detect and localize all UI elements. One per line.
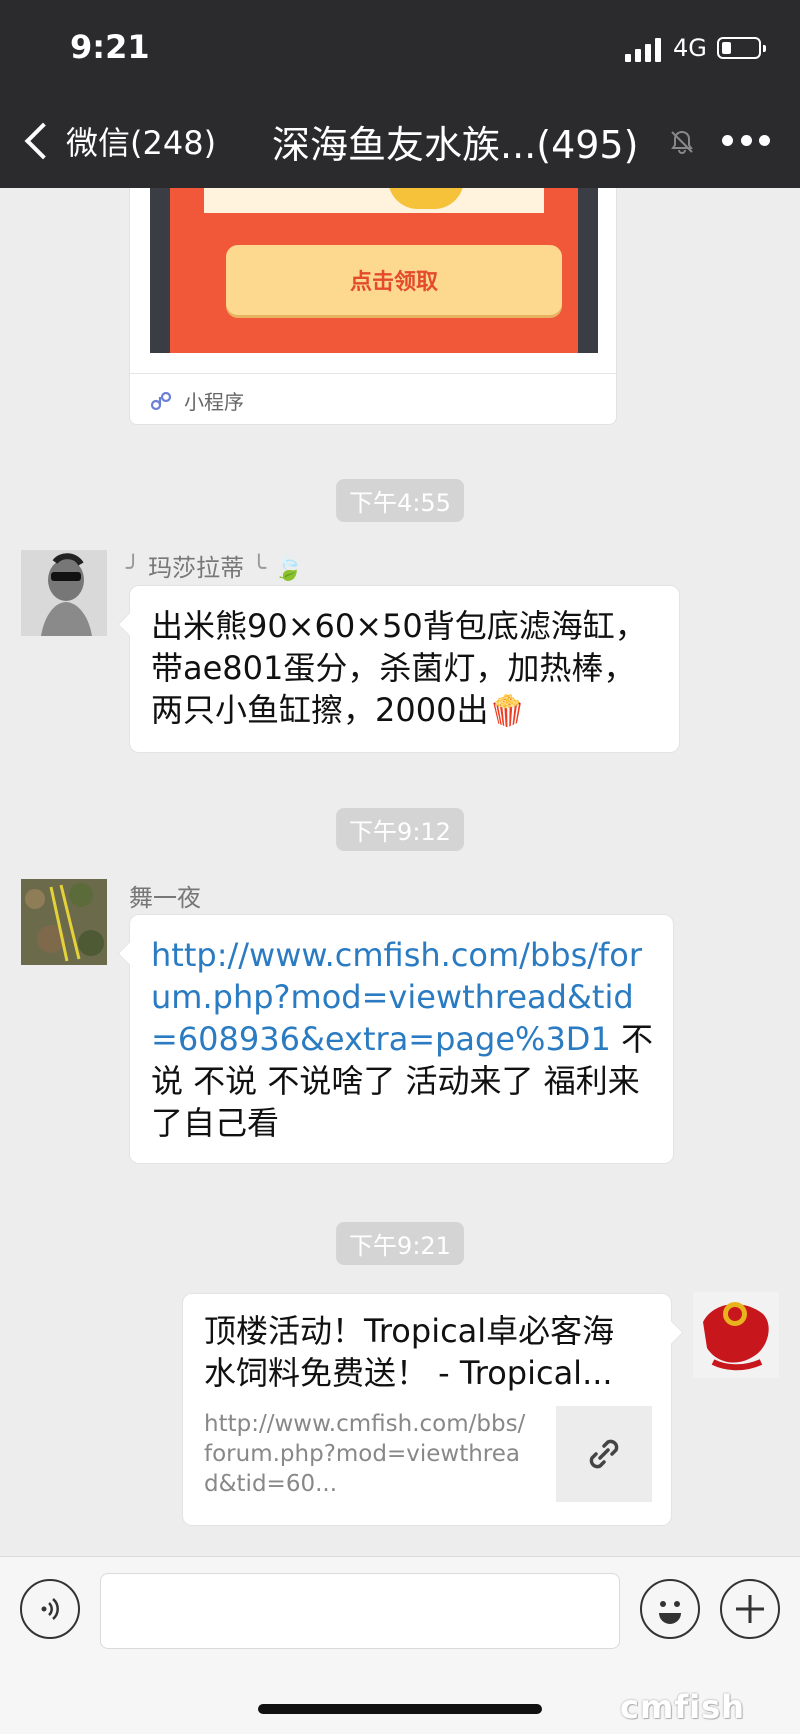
message-bubble[interactable]: http://www.cmfish.com/bbs/forum.php?mod=… [129, 914, 674, 1164]
more-button[interactable] [722, 132, 770, 148]
timestamp: 下午9:12 [336, 808, 464, 851]
mini-program-label: 小程序 [184, 390, 244, 414]
mini-program-footer: 小程序 [130, 373, 616, 424]
link-icon [589, 1439, 619, 1469]
mini-program-preview: 点击领取 [150, 188, 598, 353]
chat-area[interactable]: 点击领取 小程序 下午4:55 ╯ 玛莎拉蒂 ╰ 🍃 出米熊90×60×50背包… [0, 188, 800, 1556]
signal-icon [625, 38, 663, 62]
top-bar: 9:21 4G 微信(248) 深海鱼友水族...(495) [0, 0, 800, 188]
popcorn-emoji-icon: 🍿 [488, 694, 526, 729]
message-input[interactable] [100, 1573, 620, 1649]
network-label: 4G [673, 34, 707, 62]
avatar[interactable] [21, 879, 107, 965]
red-packet-graphic: 点击领取 [170, 188, 578, 353]
link-card-title: 顶楼活动！Tropical卓必客海水饲料免费送！ - Tropical... [204, 1312, 615, 1392]
input-bar: cmfish [0, 1556, 800, 1734]
message-link[interactable]: http://www.cmfish.com/bbs/forum.php?mod=… [151, 936, 642, 1058]
mini-program-icon [150, 391, 172, 410]
sender-name: 舞一夜 [129, 884, 201, 912]
avatar[interactable] [693, 1292, 779, 1378]
timestamp: 下午4:55 [336, 479, 464, 522]
timestamp: 下午9:21 [336, 1222, 464, 1265]
watermark-logo: cmfish [620, 1688, 746, 1726]
plus-icon [736, 1595, 764, 1623]
avatar[interactable] [21, 550, 107, 636]
chat-title: 深海鱼友水族...(495) [272, 123, 639, 167]
back-button[interactable]: 微信(248) [18, 116, 216, 166]
status-time: 9:21 [70, 28, 150, 66]
message-text: 出米熊90×60×50背包底滤海缸，带ae801蛋分，杀菌灯，加热棒，两只小鱼缸… [151, 607, 647, 729]
battery-icon [717, 37, 766, 59]
claim-button[interactable]: 点击领取 [226, 245, 562, 315]
voice-button[interactable] [20, 1579, 80, 1639]
sender-name: ╯ 玛莎拉蒂 ╰ 🍃 [126, 554, 304, 582]
link-thumbnail [556, 1406, 652, 1502]
link-card-url: http://www.cmfish.com/bbs/forum.php?mod=… [204, 1411, 526, 1497]
home-indicator[interactable] [258, 1704, 542, 1714]
link-card[interactable]: 顶楼活动！Tropical卓必客海水饲料免费送！ - Tropical... h… [182, 1293, 672, 1526]
sender-name-text: 玛莎拉蒂 [148, 554, 245, 582]
mute-icon [671, 130, 693, 154]
more-actions-button[interactable] [720, 1579, 780, 1639]
mini-program-card[interactable]: 点击领取 小程序 [129, 188, 617, 425]
smiley-icon [659, 1601, 681, 1624]
message-bubble[interactable]: 出米熊90×60×50背包底滤海缸，带ae801蛋分，杀菌灯，加热棒，两只小鱼缸… [129, 585, 680, 753]
chevron-left-icon [24, 122, 62, 160]
voice-icon [41, 1598, 59, 1620]
emoji-button[interactable] [640, 1579, 700, 1639]
back-label: 微信(248) [66, 124, 217, 162]
